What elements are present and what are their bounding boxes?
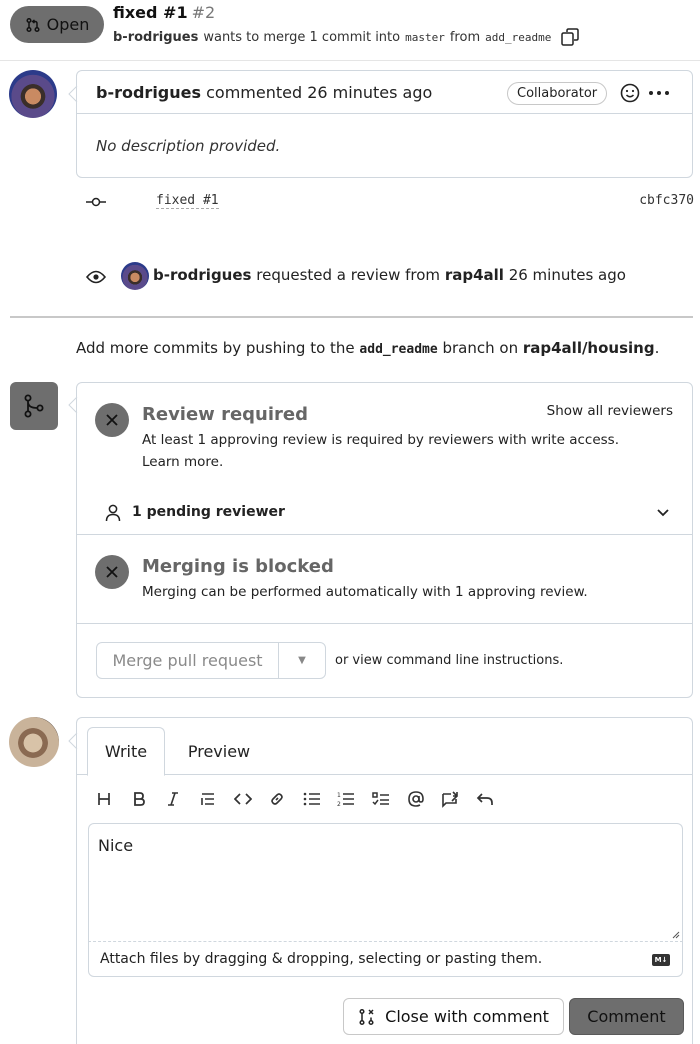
comment-editor: Write Preview 12 Nice Attach files by dr…	[76, 717, 693, 1044]
pr-number: #2	[191, 3, 216, 22]
timeline-divider	[10, 316, 693, 318]
review-required-title: Review required	[142, 404, 308, 425]
avatar[interactable]	[121, 262, 149, 290]
comment-textarea[interactable]: Nice	[88, 823, 683, 941]
comment-header: b-rodrigues commented 26 minutes ago Col…	[77, 71, 692, 114]
merge-options-dropdown[interactable]: ▼	[279, 655, 325, 666]
svg-text:1: 1	[337, 792, 341, 799]
pr-meta: b-rodrigues wants to merge 1 commit into…	[113, 27, 580, 47]
push-note-suffix: .	[654, 339, 660, 357]
tab-preview[interactable]: Preview	[165, 727, 273, 775]
markdown-toolbar: 12	[87, 787, 502, 811]
repo-link[interactable]: rap4all/housing	[523, 339, 655, 357]
state-badge: Open	[10, 6, 104, 43]
event-actor[interactable]: b-rodrigues	[153, 266, 251, 284]
blocked-status-icon	[95, 555, 129, 589]
pull-request-icon	[26, 17, 40, 32]
kebab-menu-icon[interactable]	[648, 90, 670, 96]
push-note-prefix: Add more commits by pushing to the	[76, 339, 355, 357]
quote-icon[interactable]	[191, 787, 226, 811]
commit-icon	[86, 197, 106, 207]
commit-message[interactable]: fixed #1	[156, 193, 219, 209]
learn-more-link[interactable]: Learn more.	[142, 451, 662, 473]
merge-box-divider	[77, 623, 692, 624]
review-required-text: At least 1 approving review is required …	[142, 429, 662, 473]
push-note: Add more commits by pushing to the add_r…	[76, 339, 659, 357]
push-note-middle: branch on	[442, 339, 519, 357]
heading-icon[interactable]	[87, 787, 122, 811]
page-title: fixed #1 #2	[113, 3, 215, 22]
x-icon	[106, 566, 118, 578]
pending-reviewers-row[interactable]: 1 pending reviewer	[77, 495, 692, 532]
header-divider	[0, 60, 700, 61]
merge-pull-request-button[interactable]: Merge pull request	[97, 643, 279, 678]
mention-icon[interactable]	[398, 787, 433, 811]
pr-title-text: fixed #1	[113, 3, 188, 22]
reference-icon[interactable]	[433, 787, 468, 811]
collaborator-badge: Collaborator	[507, 82, 608, 105]
svg-text:2: 2	[337, 801, 341, 807]
editor-tabs: Write Preview	[77, 718, 692, 776]
close-with-comment-button[interactable]: Close with comment	[343, 998, 564, 1035]
person-icon	[105, 504, 121, 522]
base-branch[interactable]: master	[405, 31, 445, 44]
git-merge-icon	[24, 394, 44, 418]
pull-request-closed-icon	[359, 1008, 374, 1025]
resize-handle-icon[interactable]	[672, 931, 680, 939]
comment-textarea-value: Nice	[98, 836, 134, 855]
copy-icon[interactable]	[560, 27, 580, 47]
review-status-icon	[95, 403, 129, 437]
numbered-list-icon[interactable]: 12	[329, 787, 364, 811]
review-required-desc: At least 1 approving review is required …	[142, 432, 619, 448]
comment-button[interactable]: Comment	[569, 998, 684, 1035]
italic-icon[interactable]	[156, 787, 191, 811]
merge-box-divider	[77, 534, 692, 535]
event-reviewer[interactable]: rap4all	[445, 266, 504, 284]
commit-row: fixed #1 cbfc370	[84, 193, 694, 211]
close-with-comment-label: Close with comment	[385, 1007, 549, 1026]
pending-reviewer-count: 1 pending reviewer	[132, 504, 285, 520]
pr-author-link[interactable]: b-rodrigues	[113, 30, 198, 45]
attach-files-area[interactable]: Attach files by dragging & dropping, sel…	[88, 941, 683, 977]
attach-files-text: Attach files by dragging & dropping, sel…	[100, 951, 543, 967]
task-list-icon[interactable]	[364, 787, 399, 811]
markdown-icon[interactable]: M↓	[652, 954, 670, 966]
command-line-instructions-link[interactable]: or view command line instructions.	[335, 653, 563, 668]
commit-sha[interactable]: cbfc370	[639, 193, 694, 208]
eye-icon	[86, 270, 106, 284]
review-request-event: b-rodrigues requested a review from rap4…	[84, 262, 644, 292]
comment-box: b-rodrigues commented 26 minutes ago Col…	[76, 70, 693, 178]
bold-icon[interactable]	[122, 787, 157, 811]
comment-time: commented 26 minutes ago	[206, 83, 433, 102]
link-icon[interactable]	[260, 787, 295, 811]
undo-icon[interactable]	[468, 787, 503, 811]
avatar[interactable]	[9, 717, 59, 767]
head-branch[interactable]: add_readme	[485, 31, 551, 44]
code-icon[interactable]	[225, 787, 260, 811]
merge-text-1: wants to merge 1 commit into	[203, 29, 401, 45]
review-event-text: b-rodrigues requested a review from rap4…	[153, 266, 626, 284]
comment-body: No description provided.	[96, 137, 281, 155]
tab-write[interactable]: Write	[87, 727, 165, 776]
merging-blocked-title: Merging is blocked	[142, 556, 334, 577]
smiley-icon[interactable]	[619, 82, 641, 104]
chevron-down-icon	[657, 509, 669, 517]
avatar[interactable]	[9, 70, 57, 118]
comment-author[interactable]: b-rodrigues	[96, 83, 201, 102]
state-label: Open	[46, 15, 90, 34]
merge-box: Review required Show all reviewers At le…	[76, 382, 693, 698]
comment-author-line: b-rodrigues commented 26 minutes ago	[96, 83, 432, 102]
event-time: 26 minutes ago	[508, 266, 626, 284]
x-icon	[106, 414, 118, 426]
merge-text-2: from	[449, 29, 481, 45]
push-note-branch: add_readme	[359, 342, 438, 357]
merge-status-icon-box	[10, 382, 58, 430]
show-all-reviewers-link[interactable]: Show all reviewers	[547, 403, 673, 419]
merge-button-group: Merge pull request ▼	[96, 642, 326, 679]
merging-blocked-text: Merging can be performed automatically w…	[142, 584, 588, 600]
caret-down-icon: ▼	[298, 655, 306, 666]
event-text: requested a review from	[256, 266, 441, 284]
bulleted-list-icon[interactable]	[295, 787, 330, 811]
